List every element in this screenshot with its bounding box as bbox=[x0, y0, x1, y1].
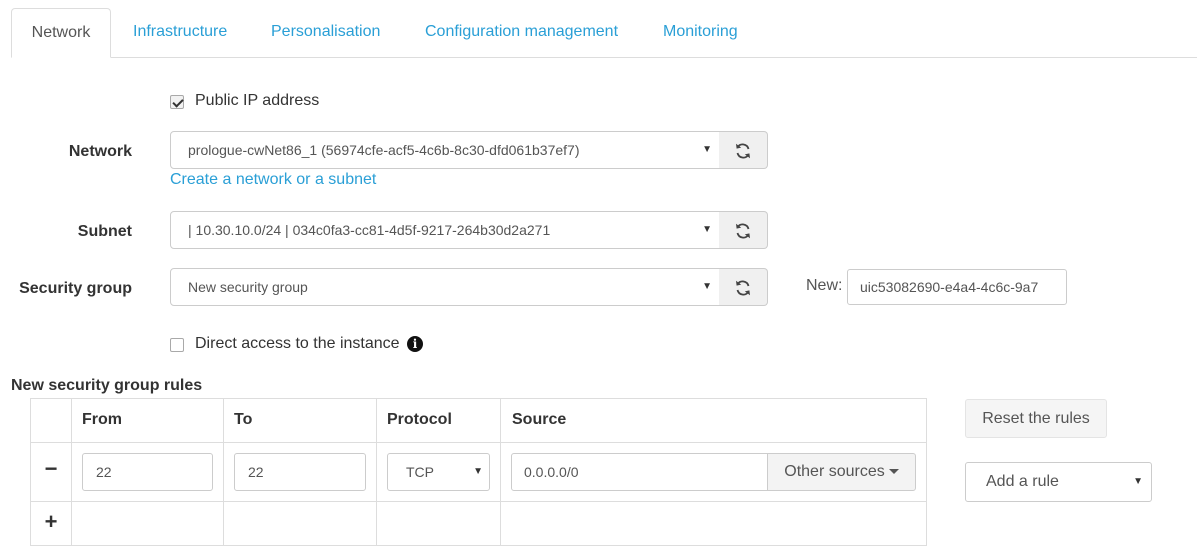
network-select[interactable]: prologue-cwNet86_1 (56974cfe-acf5-4c6b-8… bbox=[170, 131, 720, 169]
column-header-to: To bbox=[234, 411, 253, 428]
refresh-icon bbox=[736, 143, 750, 159]
subnet-refresh-button[interactable] bbox=[719, 211, 768, 249]
table-divider bbox=[31, 442, 926, 443]
rules-section-title: New security group rules bbox=[11, 377, 203, 394]
subnet-label: Subnet bbox=[77, 223, 132, 240]
tab-monitoring[interactable]: Monitoring bbox=[663, 8, 738, 58]
caret-down-icon: ▼ bbox=[702, 281, 712, 292]
rule-source-input[interactable]: 0.0.0.0/0 bbox=[511, 453, 768, 491]
network-label: Network bbox=[68, 143, 132, 160]
new-security-group-input[interactable]: uic53082690-e4a4-4c6c-9a7 bbox=[847, 269, 1067, 305]
tab-network[interactable]: Network bbox=[11, 8, 111, 58]
tab-personalisation[interactable]: Personalisation bbox=[271, 8, 380, 58]
caret-down-icon: ▼ bbox=[473, 466, 483, 477]
caret-down-icon: ▼ bbox=[1133, 476, 1143, 487]
public-ip-checkbox[interactable] bbox=[170, 95, 184, 109]
table-divider bbox=[31, 501, 926, 502]
reset-rules-button[interactable]: Reset the rules bbox=[965, 399, 1107, 438]
network-select-value: prologue-cwNet86_1 (56974cfe-acf5-4c6b-8… bbox=[188, 142, 580, 158]
add-rule-select[interactable]: Add a rule ▼ bbox=[965, 462, 1152, 502]
rule-protocol-value: TCP bbox=[406, 464, 434, 480]
table-divider bbox=[71, 399, 72, 545]
security-group-label: Security group bbox=[19, 280, 132, 297]
rule-from-input[interactable]: 22 bbox=[82, 453, 213, 491]
other-sources-label: Other sources bbox=[784, 463, 885, 480]
subnet-select-value: | 10.30.10.0/24 | 034c0fa3-cc81-4d5f-921… bbox=[188, 222, 551, 238]
rule-protocol-select[interactable]: TCP ▼ bbox=[387, 453, 490, 491]
tab-configuration-management[interactable]: Configuration management bbox=[425, 8, 618, 58]
rules-table: From To Protocol Source − 22 22 TCP ▼ 0.… bbox=[30, 398, 927, 546]
caret-down-icon: ▼ bbox=[702, 144, 712, 155]
column-header-source: Source bbox=[512, 411, 567, 428]
security-group-select-value: New security group bbox=[188, 279, 308, 295]
table-divider bbox=[500, 399, 501, 545]
security-group-refresh-button[interactable] bbox=[719, 268, 768, 306]
tab-infrastructure[interactable]: Infrastructure bbox=[133, 8, 227, 58]
direct-access-label: Direct access to the instance bbox=[195, 335, 400, 352]
add-rule-label: Add a rule bbox=[986, 473, 1059, 490]
add-row-button[interactable]: + bbox=[31, 510, 71, 534]
subnet-select[interactable]: | 10.30.10.0/24 | 034c0fa3-cc81-4d5f-921… bbox=[170, 211, 720, 249]
refresh-icon bbox=[736, 223, 750, 239]
refresh-icon bbox=[736, 280, 750, 296]
caret-down-icon: ▼ bbox=[702, 224, 712, 235]
public-ip-label: Public IP address bbox=[195, 92, 320, 109]
caret-down-icon bbox=[888, 469, 899, 475]
create-network-link[interactable]: Create a network or a subnet bbox=[170, 171, 376, 189]
new-security-group-label: New: bbox=[806, 277, 843, 294]
remove-rule-button[interactable]: − bbox=[31, 457, 71, 481]
security-group-select[interactable]: New security group ▼ bbox=[170, 268, 720, 306]
table-divider bbox=[223, 399, 224, 545]
other-sources-dropdown[interactable]: Other sources bbox=[767, 453, 916, 491]
rule-to-input[interactable]: 22 bbox=[234, 453, 366, 491]
column-header-from: From bbox=[82, 411, 122, 428]
info-circle-icon[interactable]: i bbox=[407, 336, 423, 352]
direct-access-checkbox[interactable] bbox=[170, 338, 184, 352]
table-divider bbox=[376, 399, 377, 545]
column-header-protocol: Protocol bbox=[387, 411, 452, 428]
network-refresh-button[interactable] bbox=[719, 131, 768, 169]
